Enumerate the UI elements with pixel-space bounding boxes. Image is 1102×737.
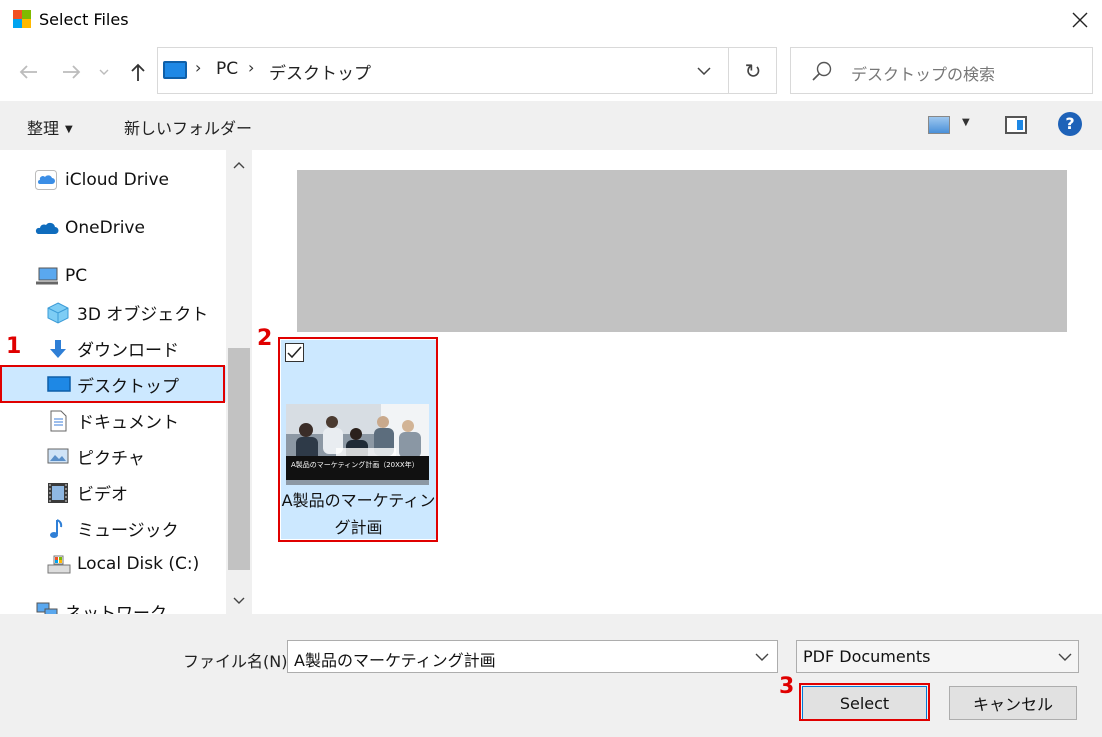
local-disk-icon xyxy=(47,554,71,574)
annotation-number-2: 2 xyxy=(257,326,273,351)
download-icon xyxy=(47,338,69,358)
desktop-icon xyxy=(47,374,71,394)
filetype-select[interactable]: PDF Documents xyxy=(796,640,1079,673)
sidebar-item-label: 3D オブジェクト xyxy=(77,304,209,325)
sidebar-item-icloud-drive[interactable]: iCloud Drive xyxy=(35,163,169,197)
filename-input[interactable]: A製品のマーケティング計画 xyxy=(287,640,778,673)
3d-objects-icon xyxy=(47,302,69,324)
chevron-down-icon[interactable] xyxy=(228,588,250,614)
file-name: A製品のマーケティング計画 xyxy=(281,491,436,537)
filename-label: ファイル名(N): xyxy=(183,652,293,671)
divider xyxy=(728,48,729,93)
sidebar-item-onedrive[interactable]: OneDrive xyxy=(35,211,145,245)
sidebar-item-videos[interactable]: ビデオ xyxy=(47,475,128,509)
arrow-right-icon[interactable] xyxy=(58,58,86,86)
sidebar-item-label: OneDrive xyxy=(65,218,145,238)
sidebar-item-music[interactable]: ミュージック xyxy=(47,511,179,545)
icloud-icon xyxy=(35,170,57,190)
arrow-left-icon[interactable] xyxy=(14,58,42,86)
new-folder-button[interactable]: 新しいフォルダー xyxy=(124,115,252,139)
breadcrumb-pc[interactable]: PC xyxy=(216,59,238,79)
sidebar-item-label: ビデオ xyxy=(77,484,128,505)
navigation-pane[interactable]: iCloud Drive OneDrive PC 3D オブジェクト ダウンロー… xyxy=(0,150,254,614)
sidebar-item-desktop[interactable]: デスクトップ xyxy=(0,366,226,402)
sidebar-item-3d-objects[interactable]: 3D オブジェクト xyxy=(47,295,208,329)
cancel-button[interactable]: キャンセル xyxy=(949,686,1077,720)
view-options-icon[interactable] xyxy=(928,116,950,134)
organize-button[interactable]: 整理 ▼ xyxy=(27,115,73,139)
arrow-up-icon[interactable] xyxy=(124,58,152,86)
video-icon xyxy=(47,482,69,503)
caret-down-icon: ▼ xyxy=(65,124,73,135)
annotation-number-3: 3 xyxy=(779,674,795,699)
documents-icon xyxy=(47,410,69,432)
filetype-value: PDF Documents xyxy=(803,647,931,666)
organize-label: 整理 xyxy=(27,119,60,138)
sidebar-item-network[interactable]: ネットワーク xyxy=(35,594,167,614)
chevron-down-icon[interactable] xyxy=(1053,645,1077,669)
sidebar-item-pc[interactable]: PC xyxy=(35,259,87,293)
network-icon xyxy=(35,601,58,614)
footer-panel xyxy=(0,614,1102,737)
search-icon xyxy=(811,60,833,82)
sidebar-item-label: ダウンロード xyxy=(77,340,179,361)
sidebar-item-label: iCloud Drive xyxy=(65,170,170,190)
caret-down-icon[interactable]: ▼ xyxy=(962,117,970,128)
search-box[interactable]: デスクトップの検索 xyxy=(790,47,1093,94)
sidebar-item-local-disk[interactable]: Local Disk (C:) xyxy=(47,547,199,581)
chevron-down-icon[interactable] xyxy=(750,645,774,669)
chevron-down-icon[interactable] xyxy=(94,58,114,86)
refresh-icon[interactable]: ↻ xyxy=(738,54,768,88)
app-icon xyxy=(13,10,31,28)
sidebar-item-pictures[interactable]: ピクチャ xyxy=(47,439,145,473)
sidebar-item-downloads[interactable]: ダウンロード xyxy=(47,331,179,365)
sidebar-item-label: Local Disk (C:) xyxy=(77,554,200,574)
breadcrumb-desktop[interactable]: デスクトップ xyxy=(269,59,371,84)
sidebar-item-label: デスクトップ xyxy=(77,376,179,397)
desktop-icon xyxy=(163,61,187,79)
breadcrumb-separator: › xyxy=(195,58,202,77)
close-icon[interactable] xyxy=(1064,6,1096,34)
pictures-icon xyxy=(47,446,69,466)
annotation-number-1: 1 xyxy=(6,334,22,359)
sidebar-item-documents[interactable]: ドキュメント xyxy=(47,403,179,437)
help-icon[interactable]: ? xyxy=(1058,112,1082,136)
sidebar-item-label: ミュージック xyxy=(77,520,179,541)
chevron-up-icon[interactable] xyxy=(228,152,250,178)
sidebar-item-label: PC xyxy=(65,266,88,286)
scrollbar-thumb[interactable] xyxy=(228,348,250,570)
sidebar-item-label: ピクチャ xyxy=(77,448,145,469)
filename-value: A製品のマーケティング計画 xyxy=(294,651,496,670)
select-button[interactable]: Select xyxy=(802,686,927,720)
checkbox[interactable] xyxy=(285,343,304,362)
onedrive-icon xyxy=(35,218,59,238)
window-title: Select Files xyxy=(39,10,129,29)
search-placeholder: デスクトップの検索 xyxy=(851,65,996,84)
command-bar: 整理 ▼ 新しいフォルダー ▼ xyxy=(0,101,1102,150)
sidebar-item-label: ネットワーク xyxy=(65,603,167,615)
music-icon xyxy=(47,518,69,538)
title-bar: Select Files xyxy=(0,0,1102,40)
sidebar-item-label: ドキュメント xyxy=(77,412,179,433)
redacted-area xyxy=(297,170,1067,332)
preview-pane-icon[interactable] xyxy=(1005,116,1027,134)
chevron-down-icon[interactable] xyxy=(686,54,722,88)
breadcrumb-separator: › xyxy=(248,58,255,77)
thumbnail-title: A製品のマーケティング計画（20XX年） xyxy=(291,461,419,469)
pc-icon xyxy=(35,266,58,286)
address-bar[interactable]: › PC › デスクトップ ↻ xyxy=(157,47,777,94)
